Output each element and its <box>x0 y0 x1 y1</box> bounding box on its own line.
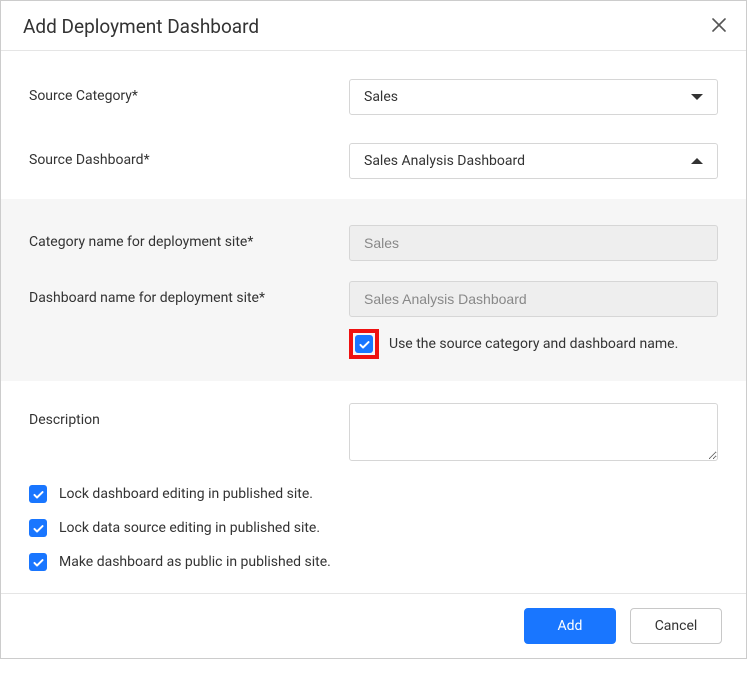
select-source-category-value: Sales <box>364 89 398 105</box>
label-lock-datasource: Lock data source editing in published si… <box>59 520 320 536</box>
select-source-category[interactable]: Sales <box>349 79 718 115</box>
checkbox-lock-dashboard[interactable] <box>29 485 47 503</box>
deployment-name-section: Category name for deployment site* Dashb… <box>1 199 746 381</box>
label-description: Description <box>29 403 349 428</box>
label-source-category: Source Category* <box>29 79 349 104</box>
input-deploy-dashboard[interactable] <box>349 281 718 317</box>
label-deploy-dashboard: Dashboard name for deployment site* <box>29 281 349 306</box>
select-source-dashboard[interactable]: Sales Analysis Dashboard <box>349 143 718 179</box>
dialog-header: Add Deployment Dashboard <box>1 1 746 51</box>
dialog-title: Add Deployment Dashboard <box>23 15 259 38</box>
row-lock-dashboard: Lock dashboard editing in published site… <box>29 485 718 503</box>
row-deploy-dashboard: Dashboard name for deployment site* Use … <box>1 275 746 363</box>
label-lock-dashboard: Lock dashboard editing in published site… <box>59 486 313 502</box>
dialog-footer: Add Cancel <box>1 593 746 658</box>
row-source-category: Source Category* Sales <box>1 51 746 129</box>
options-section: Lock dashboard editing in published site… <box>1 475 746 593</box>
cancel-button[interactable]: Cancel <box>630 608 722 644</box>
add-button[interactable]: Add <box>524 608 616 644</box>
close-icon[interactable] <box>710 18 728 36</box>
chevron-down-icon <box>691 94 703 100</box>
dialog-body: Source Category* Sales Source Dashboard*… <box>1 51 746 593</box>
row-lock-datasource: Lock data source editing in published si… <box>29 519 718 537</box>
highlight-frame <box>349 329 379 359</box>
input-deploy-category[interactable] <box>349 225 718 261</box>
chevron-up-icon <box>691 158 703 164</box>
textarea-description[interactable] <box>349 403 718 461</box>
row-deploy-category: Category name for deployment site* <box>1 211 746 275</box>
checkbox-use-source-names[interactable] <box>355 335 373 353</box>
add-deployment-dashboard-dialog: Add Deployment Dashboard Source Category… <box>0 0 747 659</box>
row-use-source-names: Use the source category and dashboard na… <box>349 329 718 359</box>
label-use-source-names: Use the source category and dashboard na… <box>389 336 678 352</box>
row-source-dashboard: Source Dashboard* Sales Analysis Dashboa… <box>1 129 746 193</box>
checkbox-make-public[interactable] <box>29 553 47 571</box>
select-source-dashboard-value: Sales Analysis Dashboard <box>364 153 525 169</box>
label-make-public: Make dashboard as public in published si… <box>59 554 331 570</box>
label-source-dashboard: Source Dashboard* <box>29 143 349 168</box>
row-description: Description <box>1 381 746 475</box>
checkbox-lock-datasource[interactable] <box>29 519 47 537</box>
label-deploy-category: Category name for deployment site* <box>29 225 349 250</box>
row-make-public: Make dashboard as public in published si… <box>29 553 718 571</box>
